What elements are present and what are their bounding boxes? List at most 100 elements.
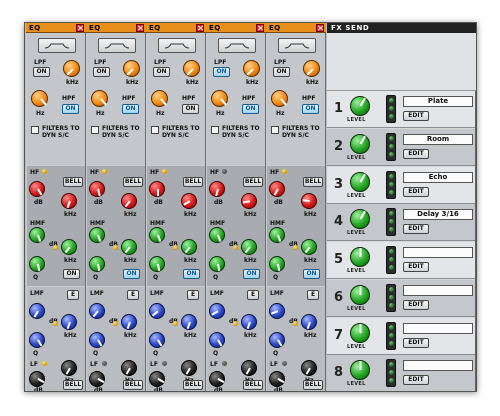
lmf-q-knob[interactable] xyxy=(269,332,285,348)
hf-bell-button[interactable]: BELL xyxy=(303,177,323,187)
hf-freq-knob[interactable] xyxy=(121,193,137,209)
lmf-freq-knob[interactable] xyxy=(121,314,137,330)
lpf-freq-knob[interactable] xyxy=(183,60,200,77)
lmf-freq-knob[interactable] xyxy=(241,314,257,330)
close-icon[interactable] xyxy=(256,24,264,32)
hmf-q-knob[interactable] xyxy=(269,256,285,272)
fx-send-name[interactable] xyxy=(403,360,473,372)
fx-edit-button[interactable]: EDIT xyxy=(403,224,429,235)
lf-freq-knob[interactable] xyxy=(181,360,197,376)
lf-gain-knob[interactable] xyxy=(149,371,165,387)
lpf-on-button[interactable]: ON xyxy=(33,67,50,77)
fx-level-knob[interactable] xyxy=(350,360,370,381)
hpf-on-button[interactable]: ON xyxy=(122,104,139,114)
hf-freq-knob[interactable] xyxy=(241,193,257,209)
hpf-freq-knob[interactable] xyxy=(31,90,48,107)
hf-freq-knob[interactable] xyxy=(61,193,77,209)
eq-curve-button[interactable] xyxy=(158,38,196,53)
eq-curve-button[interactable] xyxy=(38,38,76,53)
hf-bell-button[interactable]: BELL xyxy=(183,177,203,187)
lf-gain-knob[interactable] xyxy=(269,371,285,387)
hpf-freq-knob[interactable] xyxy=(211,90,228,107)
hf-gain-knob[interactable] xyxy=(29,181,45,197)
lf-gain-knob[interactable] xyxy=(209,371,225,387)
lpf-freq-knob[interactable] xyxy=(63,60,80,77)
hmf-on-button[interactable]: ON xyxy=(183,269,200,279)
fx-edit-button[interactable]: EDIT xyxy=(403,262,429,272)
lpf-on-button[interactable]: ON xyxy=(273,67,290,77)
e-button[interactable]: E xyxy=(67,290,79,300)
lf-bell-button[interactable]: BELL xyxy=(123,380,143,390)
hmf-on-button[interactable]: ON xyxy=(303,269,320,279)
lmf-gain-knob[interactable] xyxy=(269,303,285,319)
lmf-gain-knob[interactable] xyxy=(209,303,225,319)
fx-level-knob[interactable] xyxy=(350,96,370,116)
lpf-freq-knob[interactable] xyxy=(123,60,140,77)
hmf-q-knob[interactable] xyxy=(149,256,165,272)
lmf-q-knob[interactable] xyxy=(89,332,105,348)
hmf-q-knob[interactable] xyxy=(209,256,225,272)
lpf-on-button[interactable]: ON xyxy=(153,67,170,77)
hmf-freq-knob[interactable] xyxy=(301,239,317,255)
hmf-gain-knob[interactable] xyxy=(29,227,45,243)
hmf-q-knob[interactable] xyxy=(89,256,105,272)
lmf-gain-knob[interactable] xyxy=(149,303,165,319)
hmf-gain-knob[interactable] xyxy=(149,227,165,243)
lf-bell-button[interactable]: BELL xyxy=(63,380,83,390)
lmf-freq-knob[interactable] xyxy=(181,314,197,330)
hpf-freq-knob[interactable] xyxy=(271,90,288,107)
fx-scrollbar[interactable] xyxy=(475,91,476,391)
fx-level-knob[interactable] xyxy=(350,247,370,267)
lpf-on-button[interactable]: ON xyxy=(93,67,110,77)
close-icon[interactable] xyxy=(136,24,144,32)
eq-curve-button[interactable] xyxy=(278,38,316,53)
hpf-freq-knob[interactable] xyxy=(151,90,168,107)
filters-to-dyn-checkbox[interactable] xyxy=(31,126,39,134)
hpf-on-button[interactable]: ON xyxy=(62,104,79,114)
lmf-q-knob[interactable] xyxy=(29,332,45,348)
fx-edit-button[interactable]: EDIT xyxy=(403,337,429,348)
hmf-freq-knob[interactable] xyxy=(181,239,197,255)
hpf-on-button[interactable]: ON xyxy=(242,104,259,114)
hmf-gain-knob[interactable] xyxy=(209,227,225,243)
lf-gain-knob[interactable] xyxy=(89,371,105,387)
lmf-freq-knob[interactable] xyxy=(301,314,317,330)
hmf-freq-knob[interactable] xyxy=(61,239,77,255)
eq-curve-button[interactable] xyxy=(218,38,256,53)
hf-gain-knob[interactable] xyxy=(209,181,225,197)
filters-to-dyn-checkbox[interactable] xyxy=(91,126,99,134)
hf-gain-knob[interactable] xyxy=(149,181,165,197)
fx-edit-button[interactable]: EDIT xyxy=(403,299,429,310)
hpf-on-button[interactable]: ON xyxy=(182,104,199,114)
eq-curve-button[interactable] xyxy=(98,38,136,53)
hf-freq-knob[interactable] xyxy=(301,193,317,209)
lmf-gain-knob[interactable] xyxy=(29,303,45,319)
lpf-freq-knob[interactable] xyxy=(303,60,320,77)
hpf-on-button[interactable]: ON xyxy=(302,104,319,114)
filters-to-dyn-checkbox[interactable] xyxy=(151,126,159,134)
lpf-freq-knob[interactable] xyxy=(243,60,260,77)
hmf-on-button[interactable]: ON xyxy=(243,269,260,279)
filters-to-dyn-checkbox[interactable] xyxy=(211,126,219,134)
fx-level-knob[interactable] xyxy=(350,209,370,230)
lmf-q-knob[interactable] xyxy=(149,332,165,348)
fx-level-knob[interactable] xyxy=(350,171,370,192)
e-button[interactable]: E xyxy=(307,290,319,300)
filters-to-dyn-checkbox[interactable] xyxy=(271,126,279,134)
e-button[interactable]: E xyxy=(127,290,139,300)
hf-bell-button[interactable]: BELL xyxy=(243,177,263,187)
fx-edit-button[interactable]: EDIT xyxy=(403,111,429,121)
lf-bell-button[interactable]: BELL xyxy=(243,380,263,390)
fx-level-knob[interactable] xyxy=(350,133,370,154)
fx-send-name[interactable]: Echo xyxy=(403,171,473,183)
hf-gain-knob[interactable] xyxy=(89,181,105,197)
hmf-on-button[interactable]: ON xyxy=(123,269,140,279)
lf-freq-knob[interactable] xyxy=(301,360,317,376)
lf-bell-button[interactable]: BELL xyxy=(183,380,203,390)
e-button[interactable]: E xyxy=(247,290,259,300)
hmf-freq-knob[interactable] xyxy=(121,239,137,255)
lmf-freq-knob[interactable] xyxy=(61,314,77,330)
hf-freq-knob[interactable] xyxy=(181,193,197,209)
fx-edit-button[interactable]: EDIT xyxy=(403,186,429,197)
lf-bell-button[interactable]: BELL xyxy=(303,380,323,390)
